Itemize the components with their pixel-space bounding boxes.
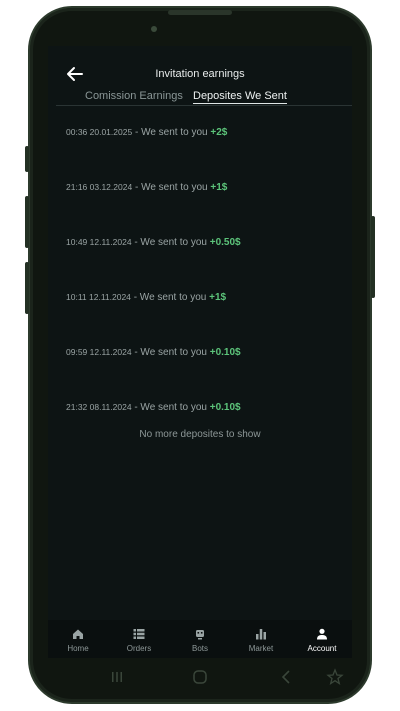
deposit-datetime: 21:16 03.12.2024 (66, 182, 133, 192)
nav-orders[interactable]: Orders (109, 620, 169, 658)
phone-volume-up-button (25, 196, 29, 248)
deposit-text: - We sent to you (131, 402, 210, 413)
deposit-amount: +1$ (210, 182, 228, 193)
list-item: 10:11 12.11.2024 - We sent to you +1$ (66, 291, 346, 346)
phone-speaker (168, 10, 232, 15)
deposit-datetime: 21:32 08.11.2024 (66, 402, 132, 412)
nav-market[interactable]: Market (231, 620, 291, 658)
tab-bar: Comission Earnings Deposites We Sent (48, 90, 352, 106)
nav-market-label: Market (248, 644, 274, 653)
system-navigation-bar (48, 662, 352, 692)
deposit-text: - We sent to you (130, 292, 210, 303)
deposit-datetime: 09:59 12.11.2024 (66, 347, 132, 357)
home-circle-icon[interactable] (191, 668, 209, 686)
nav-account-label: Account (307, 644, 337, 653)
deposit-list: 00:36 20.01.2025 - We sent to you +2$ 21… (66, 126, 346, 456)
page-title: Invitation earnings (155, 68, 245, 80)
phone-camera (151, 26, 157, 32)
list-item: 10:49 12.11.2024 - We sent to you +0.50$ (66, 236, 346, 291)
recent-apps-icon[interactable] (108, 668, 126, 686)
deposit-datetime: 10:49 12.11.2024 (66, 237, 132, 247)
deposit-amount: +1$ (209, 292, 227, 303)
deposit-text: - We sent to you (132, 182, 211, 193)
deposit-amount: +0.10$ (209, 402, 241, 413)
nav-bots-label: Bots (191, 644, 208, 653)
list-item: 09:59 12.11.2024 - We sent to you +0.10$ (66, 346, 346, 401)
list-item: 21:16 03.12.2024 - We sent to you +1$ (66, 181, 346, 236)
home-icon (73, 629, 83, 639)
deposit-text: - We sent to you (131, 237, 210, 248)
nav-home[interactable]: Home (48, 620, 108, 658)
phone-side-button (25, 146, 29, 172)
nav-orders-label: Orders (126, 644, 152, 653)
phone-volume-down-button (25, 262, 29, 314)
app-screen: Invitation earnings Comission Earnings D… (48, 46, 352, 658)
tab-deposites-we-sent[interactable]: Deposites We Sent (193, 90, 287, 104)
deposit-datetime: 10:11 12.11.2024 (66, 292, 131, 302)
deposit-amount: +2$ (210, 127, 228, 138)
robot-icon (196, 630, 204, 640)
list-icon (133, 629, 145, 639)
deposit-amount: +0.10$ (209, 347, 241, 358)
deposit-text: - We sent to you (131, 347, 210, 358)
nav-home-label: Home (67, 644, 89, 653)
deposit-amount: +0.50$ (209, 237, 241, 248)
empty-list-message: No more deposites to show (139, 429, 261, 440)
accessibility-icon[interactable] (326, 668, 344, 686)
phone-power-button (371, 216, 375, 298)
nav-account[interactable]: Account (292, 620, 352, 658)
list-item: 00:36 20.01.2025 - We sent to you +2$ (66, 126, 346, 181)
nav-bots[interactable]: Bots (170, 620, 230, 658)
deposit-text: - We sent to you (132, 127, 211, 138)
tab-divider (56, 105, 352, 106)
top-bar: Invitation earnings (48, 60, 352, 88)
user-icon (317, 628, 327, 640)
bottom-navigation: Home Orders Bots Market Account (48, 620, 352, 658)
back-chevron-icon[interactable] (278, 668, 296, 686)
deposit-datetime: 00:36 20.01.2025 (66, 127, 133, 137)
bar-chart-icon (256, 629, 266, 640)
tab-comission-earnings[interactable]: Comission Earnings (85, 90, 183, 102)
